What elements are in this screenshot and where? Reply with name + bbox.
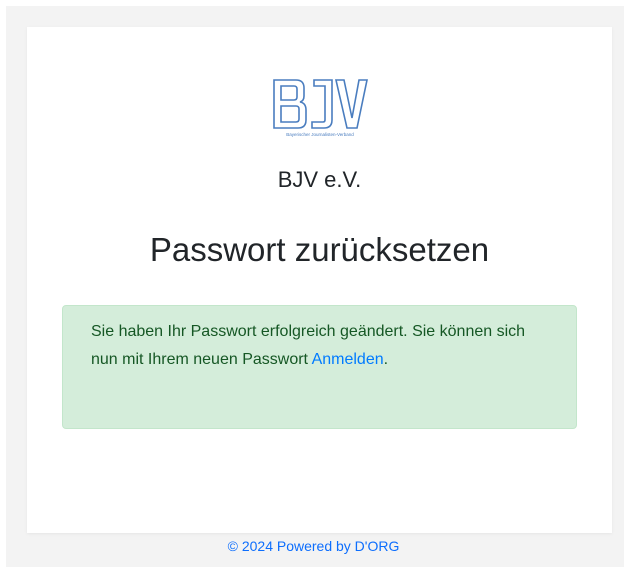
org-name: BJV e.V. [277, 167, 362, 192]
bjv-logo-icon: Bayerischer Journalisten-Verband [273, 79, 368, 137]
alert-suffix: . [383, 351, 389, 368]
reset-password-card: Bayerischer Journalisten-Verband BJV e.V… [27, 27, 612, 533]
login-link[interactable]: Anmelden [312, 351, 384, 368]
page-title: Passwort zurücksetzen [149, 231, 490, 268]
alert-message: Sie haben Ihr Passwort erfolgreich geänd… [91, 323, 526, 368]
footer-text: © 2024 Powered by D'ORG [227, 538, 400, 554]
logo-tagline: Bayerischer Journalisten-Verband [286, 132, 354, 137]
success-alert: Sie haben Ihr Passwort erfolgreich geänd… [62, 305, 577, 429]
bjv-logo: Bayerischer Journalisten-Verband [272, 76, 368, 138]
